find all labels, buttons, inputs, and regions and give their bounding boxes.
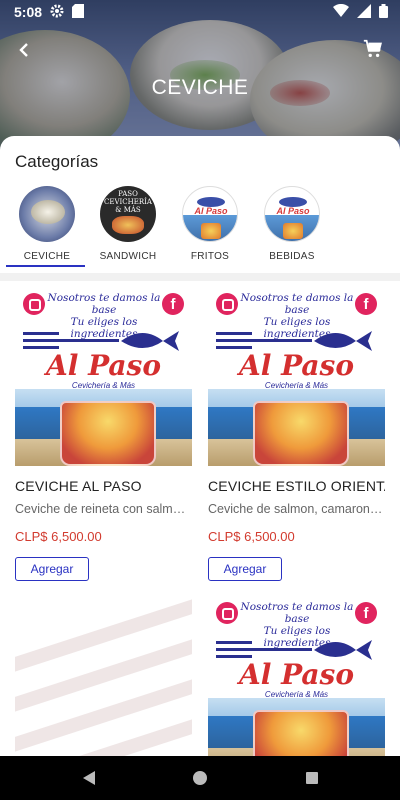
nav-home-button[interactable] [190,768,210,788]
sd-card-icon [72,4,84,18]
triangle-back-icon [83,771,95,785]
product-image: f Nosotros te damos la base Tu eliges los… [15,289,192,466]
product-name: CEVICHE AL PASO [15,478,142,494]
divider [0,273,400,281]
category-label: CEVICHE [23,251,71,262]
category-label: SANDWICH [99,251,157,262]
nav-back-button[interactable] [80,768,100,788]
category-ceviche[interactable]: CEVICHE [6,186,88,266]
add-to-cart-button[interactable]: Agregar [15,557,89,581]
product-image [15,598,192,756]
product-card[interactable]: f Nosotros te damos la base Tu eliges los… [208,598,385,756]
circle-home-icon [193,771,207,785]
add-to-cart-button[interactable]: Agregar [208,557,282,581]
category-image: PASO CEVICHERÍA & MÁS [100,186,156,242]
screen: 5:08 CEVICHE Categorías CEVICHE PASO CEV… [0,0,400,800]
product-price: CLP$ 6,500.00 [15,529,102,544]
facebook-icon: f [162,293,184,315]
instagram-icon [216,602,238,624]
status-time: 5:08 [14,4,43,20]
product-card[interactable] [15,598,192,756]
selected-category-indicator [6,265,85,267]
back-button[interactable] [12,38,36,62]
product-description: Ceviche de salmon, camaron y... [208,502,385,516]
instagram-icon [23,293,45,315]
settings-icon [50,4,64,18]
category-image: Al Paso [264,186,320,242]
page-title: CEVICHE [151,76,249,99]
category-bebidas[interactable]: Al Paso BEBIDAS [251,186,333,266]
product-grid: f Nosotros te damos la base Tu eliges los… [0,281,400,756]
status-bar: 5:08 [0,0,400,24]
product-price: CLP$ 6,500.00 [208,529,295,544]
category-sandwich[interactable]: PASO CEVICHERÍA & MÁS SANDWICH [87,186,169,266]
category-image: Al Paso [182,186,238,242]
product-image: f Nosotros te damos la base Tu eliges los… [208,598,385,756]
product-name: CEVICHE ESTILO ORIENTAL [208,478,385,494]
product-description: Ceviche de reineta con salmon... [15,502,192,516]
categories-title: Categorías [15,152,99,171]
brand-text: Al Paso [239,658,354,691]
system-navigation-bar [0,756,400,800]
facebook-icon: f [355,602,377,624]
brand-text: Al Paso [46,349,161,382]
category-list: CEVICHE PASO CEVICHERÍA & MÁS SANDWICH A… [0,186,400,266]
product-card[interactable]: f Nosotros te damos la base Tu eliges los… [208,289,385,581]
category-label: FRITOS [190,251,230,262]
category-image [19,186,75,242]
signal-icon [357,4,371,18]
product-card[interactable]: f Nosotros te damos la base Tu eliges los… [15,289,192,581]
shopping-cart-icon [363,39,382,58]
category-label: BEBIDAS [269,251,315,262]
category-fritos[interactable]: Al Paso FRITOS [169,186,251,266]
brand-text: Al Paso [239,349,354,382]
content-sheet: Categorías CEVICHE PASO CEVICHERÍA & MÁS… [0,136,400,756]
battery-icon [379,4,388,18]
wifi-icon [333,4,349,18]
nav-recents-button[interactable] [302,768,322,788]
cart-button[interactable] [362,38,386,62]
facebook-icon: f [355,293,377,315]
arrow-left-icon [19,43,28,57]
square-recents-icon [306,772,318,784]
instagram-icon [216,293,238,315]
product-image: f Nosotros te damos la base Tu eliges los… [208,289,385,466]
